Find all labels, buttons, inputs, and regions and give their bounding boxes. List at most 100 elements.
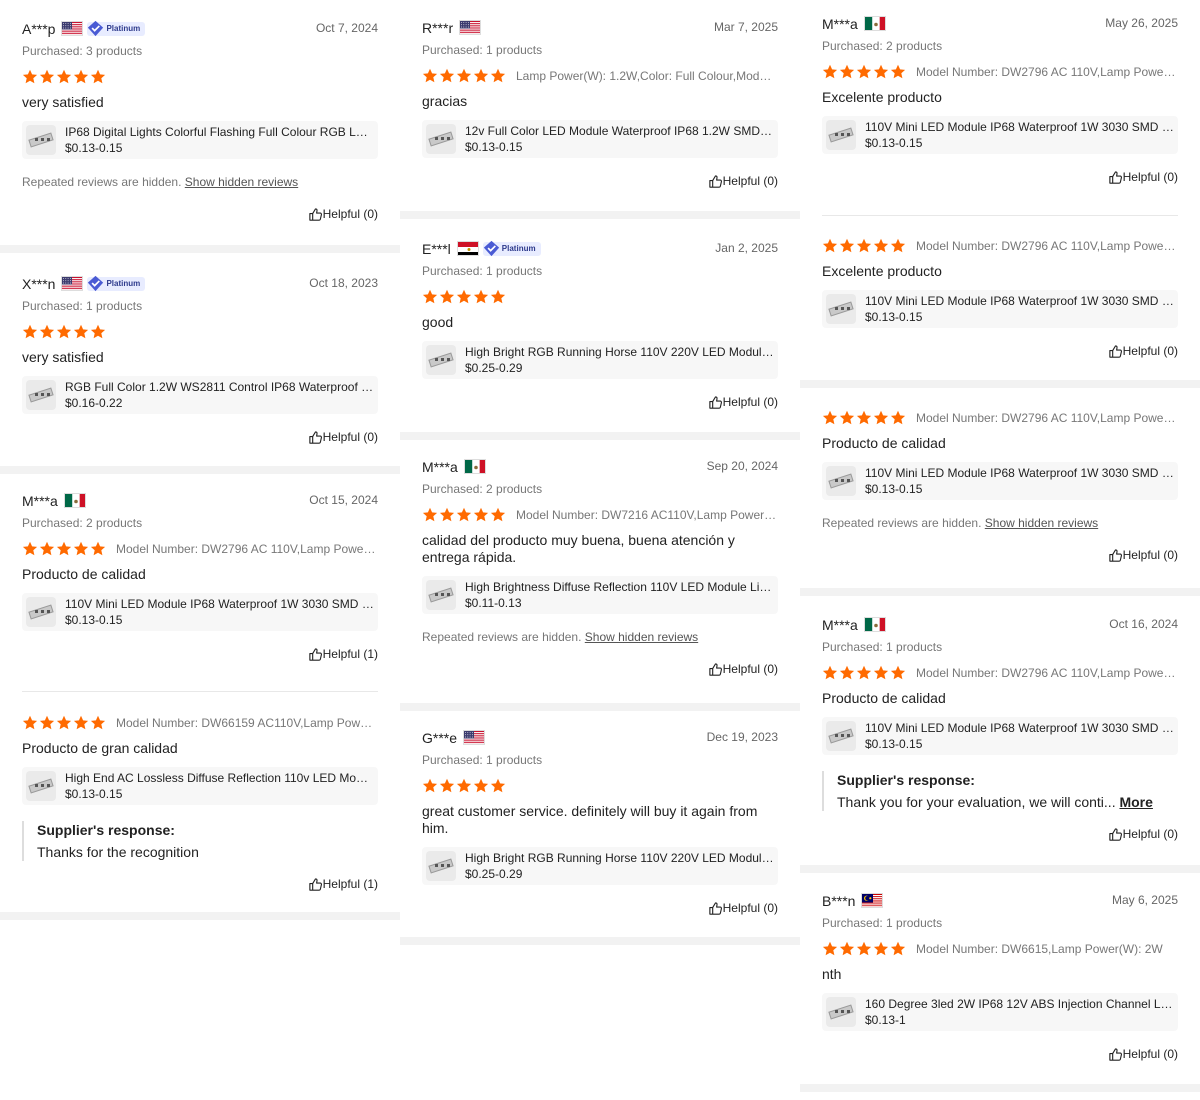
- helpful-count: Helpful (1): [322, 877, 378, 891]
- product-link[interactable]: 160 Degree 3led 2W IP68 12V ABS Injectio…: [822, 993, 1178, 1031]
- rating-row: Model Number: DW6615,Lamp Power(W): 2W: [822, 938, 1178, 960]
- purchased-count: Purchased: 1 products: [822, 916, 943, 930]
- reviewer-name: R***r: [422, 19, 454, 36]
- star-icon: [39, 324, 55, 340]
- purchased-count: Purchased: 1 products: [822, 640, 943, 654]
- review-header: B***n May 6, 2025: [822, 892, 1178, 914]
- product-price: $0.13-0.15: [865, 481, 923, 496]
- helpful-button[interactable]: Helpful (1): [22, 875, 378, 893]
- star-icon: [856, 238, 872, 254]
- star-rating: [422, 289, 506, 305]
- star-icon: [90, 541, 106, 557]
- review-text: great customer service. definitely will …: [422, 803, 758, 836]
- review-header: X***n Platinum Oct 18, 2023: [22, 275, 378, 297]
- star-rating: [22, 69, 106, 85]
- product-link[interactable]: 110V Mini LED Module IP68 Waterproof 1W …: [822, 290, 1178, 328]
- product-title: 110V Mini LED Module IP68 Waterproof 1W …: [865, 465, 1174, 480]
- star-icon: [439, 778, 455, 794]
- product-link[interactable]: RGB Full Color 1.2W WS2811 Control IP68 …: [22, 376, 378, 414]
- helpful-button[interactable]: Helpful (0): [822, 168, 1178, 186]
- supplier-response-text: Thanks for the recognition: [37, 843, 378, 861]
- product-title: IP68 Digital Lights Colorful Flashing Fu…: [65, 124, 374, 139]
- rating-row: Model Number: DW2796 AC 110V,Lamp Power(…: [822, 662, 1178, 684]
- star-rating: [22, 324, 106, 340]
- star-icon: [22, 324, 38, 340]
- helpful-button[interactable]: Helpful (0): [22, 428, 378, 446]
- review-card: Model Number: DW2796 AC 110V,Lamp Power(…: [822, 407, 1178, 564]
- review-text: very satisfied: [22, 349, 104, 365]
- purchased-count: Purchased: 3 products: [22, 44, 143, 58]
- product-link[interactable]: IP68 Digital Lights Colorful Flashing Fu…: [22, 121, 378, 159]
- product-link[interactable]: 110V Mini LED Module IP68 Waterproof 1W …: [22, 593, 378, 631]
- star-icon: [439, 289, 455, 305]
- product-link[interactable]: 110V Mini LED Module IP68 Waterproof 1W …: [822, 462, 1178, 500]
- product-link[interactable]: 110V Mini LED Module IP68 Waterproof 1W …: [822, 717, 1178, 755]
- helpful-button[interactable]: Helpful (0): [822, 546, 1178, 564]
- show-hidden-reviews-link[interactable]: Show hidden reviews: [985, 516, 1098, 530]
- review-card: X***n Platinum Oct 18, 2023 Purchased: 1 pr…: [22, 275, 378, 446]
- star-icon: [56, 715, 72, 731]
- rating-row: Model Number: DW2796 AC 110V,Lamp Power(…: [822, 407, 1178, 429]
- helpful-button[interactable]: Helpful (0): [822, 1045, 1178, 1063]
- product-link[interactable]: High Bright RGB Running Horse 110V 220V …: [422, 847, 778, 885]
- review-divider: [822, 215, 1178, 216]
- sku-attributes: Model Number: DW2796 AC 110V,Lamp Power(…: [916, 666, 1178, 680]
- product-price: $0.11-0.13: [465, 595, 522, 610]
- helpful-button[interactable]: Helpful (0): [422, 899, 778, 917]
- country-flag-icon: [463, 730, 486, 746]
- product-link[interactable]: High End AC Lossless Diffuse Reflection …: [22, 767, 378, 805]
- helpful-button[interactable]: Helpful (0): [422, 660, 778, 678]
- thumbs-up-icon: [708, 901, 723, 916]
- star-rating: [822, 64, 906, 80]
- diamond-icon: [483, 240, 500, 257]
- product-title: High Bright RGB Running Horse 110V 220V …: [465, 344, 774, 359]
- review-card: R***r Mar 7, 2025 Purchased: 1 products Lam…: [422, 19, 778, 190]
- product-link[interactable]: High Brightness Diffuse Reflection 110V …: [422, 576, 778, 614]
- star-icon: [873, 64, 889, 80]
- country-flag-icon: [456, 241, 479, 257]
- section-divider: [800, 1084, 1200, 1092]
- section-divider: [0, 245, 400, 253]
- product-title: 160 Degree 3led 2W IP68 12V ABS Injectio…: [865, 996, 1174, 1011]
- reviewer-name: B***n: [822, 892, 856, 909]
- rating-row: Model Number: DW7216 AC110V,Lamp Power(W…: [422, 504, 778, 526]
- product-price: $0.13-0.15: [65, 140, 123, 155]
- helpful-button[interactable]: Helpful (0): [422, 393, 778, 411]
- section-divider: [400, 211, 800, 219]
- helpful-button[interactable]: Helpful (1): [22, 645, 378, 663]
- star-rating: [422, 507, 506, 523]
- platinum-badge: Platinum: [87, 276, 146, 292]
- star-rating: [822, 410, 906, 426]
- helpful-button[interactable]: Helpful (0): [422, 172, 778, 190]
- platinum-label: Platinum: [106, 279, 141, 289]
- helpful-button[interactable]: Helpful (0): [822, 825, 1178, 843]
- reviewer-name: G***e: [422, 729, 458, 746]
- product-thumbnail: [26, 125, 56, 155]
- star-icon: [822, 410, 838, 426]
- sku-attributes: Model Number: DW66159 AC110V,Lamp Power(…: [116, 716, 378, 730]
- product-link[interactable]: 110V Mini LED Module IP68 Waterproof 1W …: [822, 116, 1178, 154]
- section-divider: [800, 380, 1200, 388]
- product-title: 110V Mini LED Module IP68 Waterproof 1W …: [65, 596, 374, 611]
- star-icon: [490, 68, 506, 84]
- show-hidden-reviews-link[interactable]: Show hidden reviews: [185, 175, 298, 189]
- helpful-button[interactable]: Helpful (0): [22, 205, 378, 223]
- thumbs-up-icon: [1108, 170, 1123, 185]
- country-flag-icon: [61, 276, 84, 292]
- product-link[interactable]: High Bright RGB Running Horse 110V 220V …: [422, 341, 778, 379]
- thumbs-up-icon: [1108, 1047, 1123, 1062]
- review-text: good: [422, 314, 454, 330]
- product-link[interactable]: 12v Full Color LED Module Waterproof IP6…: [422, 120, 778, 158]
- helpful-button[interactable]: Helpful (0): [822, 342, 1178, 360]
- more-link[interactable]: More: [1119, 794, 1152, 810]
- star-icon: [456, 68, 472, 84]
- review-date: Oct 16, 2024: [1109, 617, 1178, 631]
- hidden-reviews-text: Repeated reviews are hidden.: [22, 175, 182, 189]
- reviewer-name: M***a: [22, 492, 58, 509]
- review-card: M***a May 26, 2025 Purchased: 2 products Mo…: [822, 15, 1178, 186]
- purchased-count: Purchased: 1 products: [422, 43, 543, 57]
- section-divider: [0, 466, 400, 474]
- country-flag-icon: [459, 20, 482, 36]
- review-text: very satisfied: [22, 94, 104, 110]
- show-hidden-reviews-link[interactable]: Show hidden reviews: [585, 630, 698, 644]
